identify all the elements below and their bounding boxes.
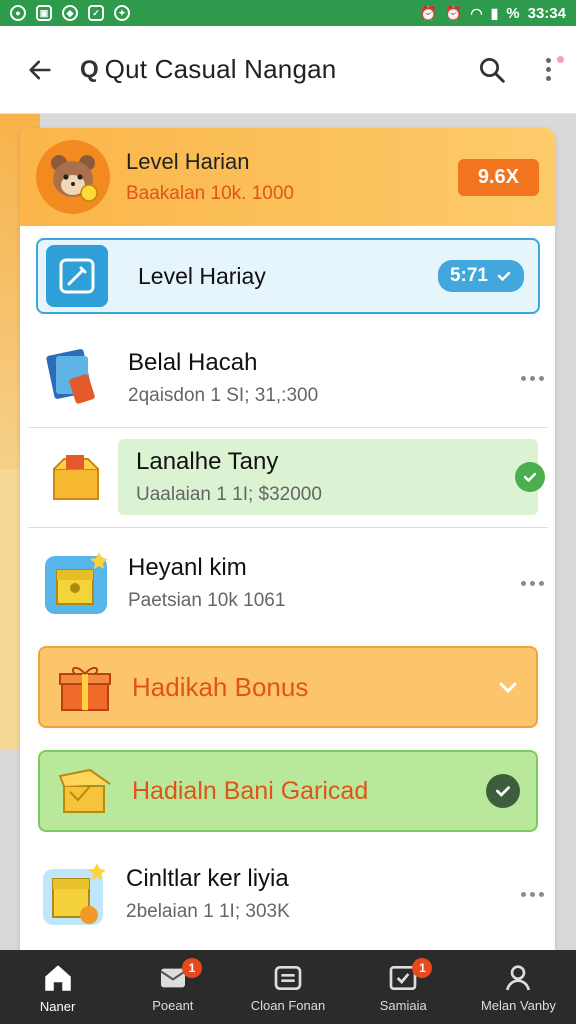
selected-level-title: Level Hariay (138, 262, 266, 289)
treasure-box-icon (42, 549, 110, 617)
list-item-title: Lanalhe Tany (136, 448, 279, 475)
more-dot (545, 76, 551, 81)
nav-label: Cloan Fonan (250, 997, 326, 1013)
nav-label: Naner (39, 998, 76, 1014)
nav-label: Melan Vanby (480, 997, 556, 1013)
selected-level-value: 5:71 (449, 265, 488, 286)
nav-label: Poeant (152, 997, 194, 1013)
signal-icon: ▮ (490, 4, 499, 21)
list-item[interactable]: Lanalhe Tany Uaalaian 1 1I; $32000 (20, 438, 555, 516)
person-icon (506, 964, 531, 990)
mail-icon: ✓ (88, 5, 104, 21)
nav-label: Samiaia (379, 997, 427, 1013)
battery-indicator: % (506, 4, 520, 22)
arrow-left-icon (29, 60, 51, 79)
notification-badge: 1 (412, 958, 433, 978)
card-stack-icon (42, 344, 110, 412)
search-icon (480, 57, 505, 83)
bonus-button-label: Hadikah Bonus (132, 671, 309, 702)
reward-button-label: Hadialn Bani Garicad (132, 776, 369, 805)
gift-box-icon (42, 443, 110, 511)
hero-title: Level Harian (126, 149, 250, 174)
shield-icon: ◆ (62, 5, 78, 21)
bottom-nav: Naner 1 Poeant Cloan Fonan 1 Samiaia Mel… (0, 950, 576, 1024)
settings-icon: ● (10, 5, 26, 21)
chevron-down-icon (499, 682, 517, 694)
list-item-title: Heyanl kim (128, 554, 247, 581)
alarm-icon: ⏰ (419, 4, 437, 21)
alarm-icon: ⏰ (444, 4, 463, 21)
page-title: Qut Casual Nangan (104, 54, 337, 84)
list-item-subtitle: Uaalaian 1 1I; $32000 (136, 484, 322, 505)
check-circle-icon (515, 462, 545, 492)
more-options-icon[interactable] (509, 580, 555, 586)
notification-dot (557, 55, 564, 63)
title-prefix-icon: Q (80, 55, 99, 83)
nav-item-profile[interactable]: Melan Vanby (461, 950, 576, 1024)
list-item-title: Belal Hacah (128, 349, 258, 376)
nav-item-home[interactable]: Naner (0, 950, 115, 1024)
back-button[interactable] (0, 26, 80, 114)
selected-level-row[interactable]: Level Hariay 5:71 (36, 238, 540, 314)
more-dot (545, 67, 551, 72)
multiplier-badge[interactable]: 9.6X (457, 158, 539, 196)
hamster-avatar-icon (36, 140, 110, 214)
check-icon (497, 271, 511, 282)
hero-subtitle: Baakalan 10k. 1000 (126, 183, 294, 204)
list-item[interactable]: Cinltlar ker liyia 2belaian 1 1I; 303K (20, 842, 555, 946)
app-icon: ✦ (114, 5, 130, 21)
image-icon: ▣ (36, 5, 52, 21)
list-item[interactable]: Belal Hacah 2qaisdon 1 SI; 31,:300 (20, 324, 555, 432)
divider (28, 427, 548, 428)
more-options-icon[interactable] (509, 891, 555, 897)
search-button[interactable] (464, 42, 520, 98)
list-item-subtitle: 2qaisdon 1 SI; 31,:300 (128, 385, 319, 406)
status-bar: ● ▣ ◆ ✓ ✦ ⏰ ⏰ ◠ ▮ % 33:34 (0, 0, 576, 26)
open-box-icon (58, 768, 111, 813)
notification-badge: 1 (182, 958, 203, 978)
bonus-button[interactable]: Hadikah Bonus (38, 646, 538, 728)
more-options-icon[interactable] (509, 375, 555, 381)
list-item-title: Cinltlar ker liyia (126, 865, 289, 892)
treasure-box-icon (40, 860, 108, 928)
selected-level-badge: 5:71 (437, 260, 524, 292)
divider (28, 527, 548, 528)
daily-level-header[interactable]: Level Harian Baakalan 10k. 1000 9.6X (20, 128, 555, 226)
list-icon (274, 965, 302, 990)
app-bar: Q Qut Casual Nangan (0, 26, 576, 114)
nav-item-messages[interactable]: 1 Poeant (115, 950, 230, 1024)
list-item[interactable]: Heyanl kim Paetsian 10k 1061 (20, 532, 555, 634)
background-decoration (0, 470, 22, 750)
check-circle-icon (486, 774, 520, 808)
edit-level-icon (46, 245, 108, 307)
nav-item-list[interactable]: Cloan Fonan (230, 950, 345, 1024)
levels-card: Level Harian Baakalan 10k. 1000 9.6X Lev… (20, 128, 555, 950)
reward-button[interactable]: Hadialn Bani Garicad (38, 750, 538, 832)
more-dot (545, 58, 551, 63)
wifi-icon: ◠ (470, 4, 483, 21)
home-icon (44, 964, 71, 991)
list-item-subtitle: Paetsian 10k 1061 (128, 590, 286, 611)
status-time: 33:34 (527, 4, 566, 22)
list-item-subtitle: 2belaian 1 1I; 303K (126, 901, 290, 922)
gift-icon (59, 667, 111, 711)
nav-item-tickets[interactable]: 1 Samiaia (346, 950, 461, 1024)
more-menu-button[interactable] (520, 42, 576, 98)
